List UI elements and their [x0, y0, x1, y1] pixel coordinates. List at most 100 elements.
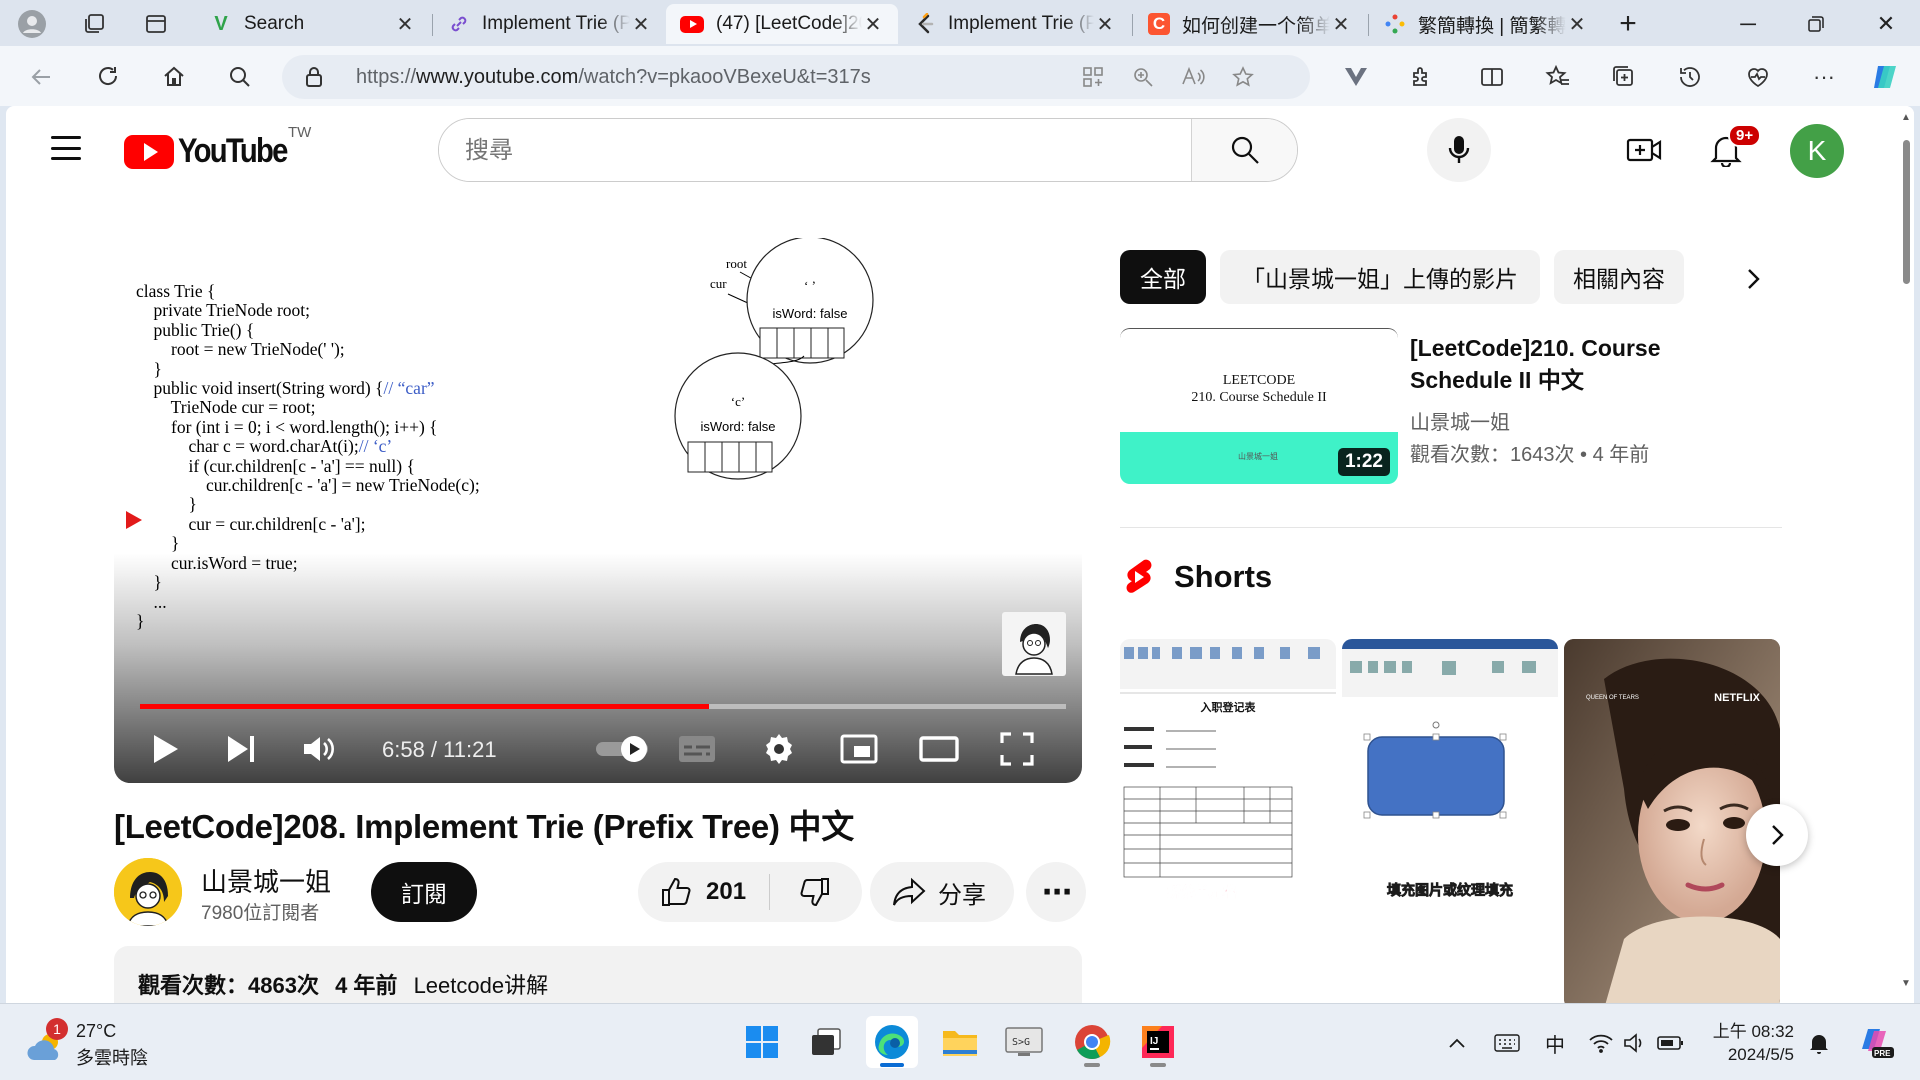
description-box[interactable]: 觀看次數：4863次 4 年前 Leetcode讲解 [114, 946, 1082, 1003]
tab-csdn[interactable]: C 如何创建一个简单的 ✕ [1134, 4, 1366, 44]
back-button[interactable] [24, 60, 60, 94]
scroll-up-icon[interactable]: ▲ [1900, 112, 1912, 124]
account-avatar[interactable]: K [1790, 124, 1844, 178]
page-scrollbar[interactable]: ▲ ▼ [1898, 106, 1914, 1003]
input-method-indicator[interactable]: 中 [1540, 1028, 1570, 1058]
shorts-next-button[interactable] [1746, 804, 1808, 866]
close-tab-icon[interactable]: ✕ [1094, 12, 1116, 37]
play-button[interactable] [142, 724, 188, 774]
zoom-icon[interactable] [1128, 63, 1158, 91]
profile-button[interactable] [14, 7, 50, 41]
performance-icon[interactable] [1740, 60, 1776, 94]
app-available-icon[interactable] [1078, 63, 1108, 91]
history-icon[interactable] [1672, 60, 1708, 94]
address-bar[interactable]: https://www.youtube.com/watch?v=pkaooVBe… [282, 55, 1310, 99]
read-aloud-icon[interactable] [1178, 63, 1208, 91]
close-tab-icon[interactable]: ✕ [1566, 12, 1588, 37]
vivaldi-extension-icon[interactable] [1338, 60, 1374, 94]
system-clock[interactable]: 上午 08:32 2024/5/5 [1710, 1020, 1794, 1066]
share-button[interactable]: 分享 [870, 862, 1014, 922]
description-tag[interactable]: Leetcode讲解 [414, 973, 549, 998]
tab-implement-trie[interactable]: Implement Trie (Prefix Tree) ✕ [434, 4, 666, 44]
reload-button[interactable] [90, 60, 126, 94]
channel-avatar[interactable] [114, 858, 182, 926]
task-view-button[interactable] [800, 1016, 852, 1068]
edge-taskbar-button[interactable] [866, 1016, 918, 1068]
settings-more-icon[interactable]: ··· [1806, 60, 1842, 94]
show-hidden-icons-button[interactable] [1442, 1028, 1472, 1058]
file-explorer-button[interactable] [934, 1016, 986, 1068]
short-card[interactable]: 入职登记表 拆分单元格 [1120, 639, 1336, 1003]
touch-keyboard-button[interactable] [1492, 1028, 1522, 1058]
weather-widget[interactable]: 1 27°C 多雲時陰 [26, 1018, 186, 1068]
miniplayer-button[interactable] [836, 724, 882, 774]
search-input[interactable] [439, 119, 1191, 181]
fullscreen-button[interactable] [994, 724, 1040, 774]
volume-button[interactable] [1620, 1028, 1650, 1058]
channel-name[interactable]: 山景城一姐 [201, 862, 331, 899]
close-tab-icon[interactable]: ✕ [862, 12, 884, 37]
chip-channel-uploads[interactable]: 「山景城一姐」上傳的影片 [1220, 250, 1540, 304]
favorites-icon[interactable] [1540, 60, 1576, 94]
chip-related[interactable]: 相關內容 [1554, 250, 1684, 304]
workspaces-icon[interactable] [78, 9, 110, 39]
split-screen-icon[interactable] [1474, 60, 1510, 94]
recommended-channel[interactable]: 山景城一姐 [1410, 406, 1510, 435]
next-button[interactable] [218, 724, 264, 774]
creator-avatar-thumb [1002, 612, 1066, 676]
new-tab-button[interactable]: + [1612, 7, 1644, 40]
subscribe-button[interactable]: 訂閱 [371, 862, 477, 922]
recommended-title[interactable]: [LeetCode]210. Course Schedule II 中文 [1410, 332, 1690, 396]
extensions-icon[interactable] [1404, 60, 1440, 94]
subtitles-button[interactable] [674, 724, 720, 774]
guide-menu-button[interactable] [50, 134, 82, 162]
video-player[interactable]: class Trie { private TrieNode root; publ… [114, 238, 1082, 783]
tab-leetcode[interactable]: Implement Trie (Prefix Tree) ✕ [900, 4, 1130, 44]
chip-all[interactable]: 全部 [1120, 250, 1206, 304]
short-card[interactable]: QUEEN OF TEARS NETFLIX [1564, 639, 1780, 1003]
minimize-button[interactable]: ─ [1718, 4, 1778, 44]
collections-icon[interactable] [1606, 60, 1642, 94]
short-card[interactable]: 填充图片或纹理填充 [1342, 639, 1558, 1003]
search-submit-button[interactable] [1191, 119, 1297, 181]
like-button[interactable]: 201 [638, 874, 770, 910]
mute-button[interactable] [296, 724, 342, 774]
tab-converter[interactable]: 繁簡轉換 | 簡繁轉換 ✕ [1370, 4, 1602, 44]
intellij-taskbar-button[interactable]: IJ [1132, 1016, 1184, 1068]
chips-next-button[interactable] [1736, 262, 1770, 296]
create-button[interactable] [1618, 124, 1670, 176]
ssh-client-button[interactable]: S>G [998, 1016, 1050, 1068]
favorite-star-icon[interactable] [1228, 63, 1258, 91]
dislike-button[interactable] [770, 876, 860, 908]
copilot-taskbar-button[interactable]: PRE [1856, 1028, 1896, 1058]
close-tab-icon[interactable]: ✕ [630, 12, 652, 37]
recommended-thumbnail[interactable]: LEETCODE 210. Course Schedule II 山景城一姐 1… [1120, 328, 1398, 484]
chrome-taskbar-button[interactable] [1066, 1016, 1118, 1068]
copilot-icon[interactable] [1868, 60, 1904, 94]
tab-actions-icon[interactable] [140, 9, 172, 39]
svg-text:PRE: PRE [1874, 1049, 1891, 1058]
lock-icon[interactable] [304, 66, 324, 93]
home-button[interactable] [156, 60, 192, 94]
progress-bar[interactable] [140, 704, 1066, 709]
theater-mode-button[interactable] [916, 724, 962, 774]
scroll-down-icon[interactable]: ▼ [1900, 978, 1912, 990]
close-tab-icon[interactable]: ✕ [1330, 12, 1352, 37]
battery-button[interactable] [1656, 1028, 1686, 1058]
notifications-button[interactable]: 9+ [1700, 124, 1762, 176]
youtube-logo[interactable]: YouTube TW [124, 124, 311, 171]
voice-search-button[interactable] [1427, 118, 1491, 182]
search-button[interactable] [222, 60, 258, 94]
scrollbar-thumb[interactable] [1903, 140, 1910, 284]
wifi-button[interactable] [1586, 1028, 1616, 1058]
autoplay-toggle[interactable] [594, 734, 652, 764]
more-actions-button[interactable]: ⋯ [1026, 862, 1086, 922]
tab-search[interactable]: V Search ✕ [196, 4, 430, 44]
notification-center-button[interactable] [1804, 1028, 1834, 1058]
start-button[interactable] [736, 1016, 788, 1068]
restore-button[interactable] [1786, 4, 1846, 44]
close-window-button[interactable]: ✕ [1856, 4, 1916, 44]
close-tab-icon[interactable]: ✕ [394, 12, 416, 37]
settings-button[interactable] [756, 724, 802, 774]
tab-youtube-active[interactable]: (47) [LeetCode]208. Implement Trie ✕ [666, 4, 898, 44]
